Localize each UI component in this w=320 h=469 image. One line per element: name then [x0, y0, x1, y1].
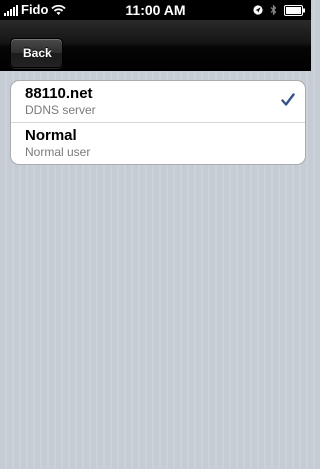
battery-icon: [284, 4, 306, 16]
list-item-title: 88110.net: [25, 85, 93, 102]
list-item-normal-user[interactable]: Normal Normal user: [11, 122, 305, 164]
back-button[interactable]: Back: [10, 38, 63, 68]
status-right: [253, 4, 306, 16]
status-bar: Fido 11:00 AM: [0, 0, 311, 20]
checkmark-icon: [281, 93, 295, 107]
list-item-ddns-server[interactable]: 88110.net DDNS server: [11, 81, 305, 122]
list-item-title: Normal: [25, 127, 77, 144]
list-item-subtitle: DDNS server: [25, 103, 96, 117]
bluetooth-icon: [270, 4, 277, 16]
navigation-bar: Back: [0, 20, 311, 71]
location-icon: [253, 5, 263, 15]
account-list: 88110.net DDNS server Normal Normal user: [10, 80, 306, 165]
list-item-subtitle: Normal user: [25, 145, 91, 159]
